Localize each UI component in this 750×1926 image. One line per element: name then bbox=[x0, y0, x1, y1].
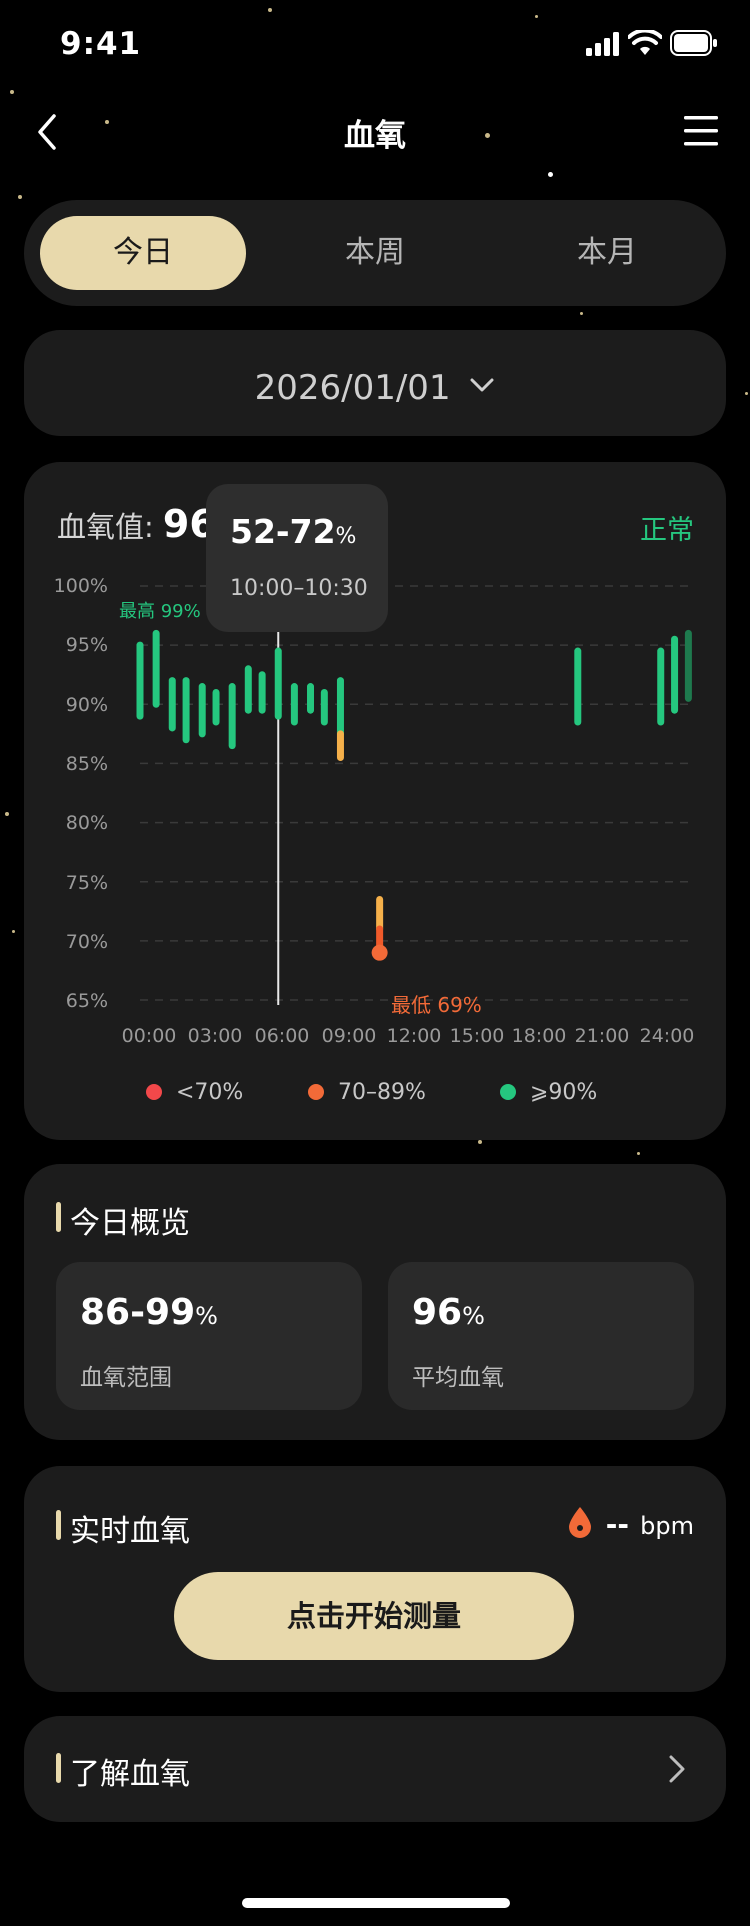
star bbox=[478, 1140, 482, 1144]
avg-unit: % bbox=[462, 1302, 485, 1330]
tooltip-unit: % bbox=[335, 524, 357, 549]
range-value: 86-99 bbox=[80, 1292, 196, 1333]
legend-dot bbox=[146, 1084, 162, 1100]
star bbox=[637, 1152, 640, 1155]
legend-item: <70% bbox=[146, 1080, 243, 1105]
range-stat: 86-99% 血氧范围 bbox=[56, 1262, 362, 1410]
max-label: 最高 99% bbox=[119, 601, 201, 622]
legend-item: ⩾90% bbox=[500, 1080, 597, 1105]
avg-stat: 96% 平均血氧 bbox=[388, 1262, 694, 1410]
section-title: 实时血氧 bbox=[56, 1506, 190, 1550]
min-marker bbox=[371, 944, 388, 961]
section-title: 今日概览 bbox=[56, 1198, 190, 1242]
overview-card: 今日概览 86-99% 血氧范围 96% 平均血氧 bbox=[24, 1164, 726, 1440]
start-measure-button[interactable]: 点击开始测量 bbox=[174, 1572, 574, 1660]
heart-rate-value: -- bbox=[605, 1508, 630, 1541]
chevron-right-icon bbox=[669, 1755, 685, 1783]
drop-icon bbox=[568, 1507, 591, 1538]
chart-tooltip: 52-72% 10:00–10:30 bbox=[206, 484, 388, 632]
legend-label: ⩾90% bbox=[530, 1080, 598, 1105]
range-label: 血氧范围 bbox=[80, 1365, 172, 1391]
avg-value: 96 bbox=[412, 1292, 463, 1333]
heart-rate-readout: -- bpm bbox=[567, 1506, 694, 1541]
home-indicator bbox=[242, 1898, 510, 1908]
heart-rate-unit: bpm bbox=[640, 1512, 694, 1540]
avg-label: 平均血氧 bbox=[412, 1365, 504, 1391]
legend-item: 70–89% bbox=[308, 1080, 426, 1105]
tooltip-time: 10:00–10:30 bbox=[230, 576, 368, 601]
legend-dot bbox=[308, 1084, 324, 1100]
section-title: 了解血氧 bbox=[56, 1749, 190, 1793]
legend-dot bbox=[500, 1084, 516, 1100]
learn-row[interactable]: 了解血氧 bbox=[24, 1716, 726, 1822]
realtime-card: 实时血氧 -- bpm 点击开始测量 bbox=[24, 1466, 726, 1692]
range-unit: % bbox=[195, 1302, 218, 1330]
legend-label: 70–89% bbox=[338, 1080, 426, 1105]
tooltip-range: 52-72 bbox=[230, 512, 336, 551]
legend-label: <70% bbox=[176, 1080, 244, 1105]
min-label: 最低 69% bbox=[391, 993, 482, 1017]
